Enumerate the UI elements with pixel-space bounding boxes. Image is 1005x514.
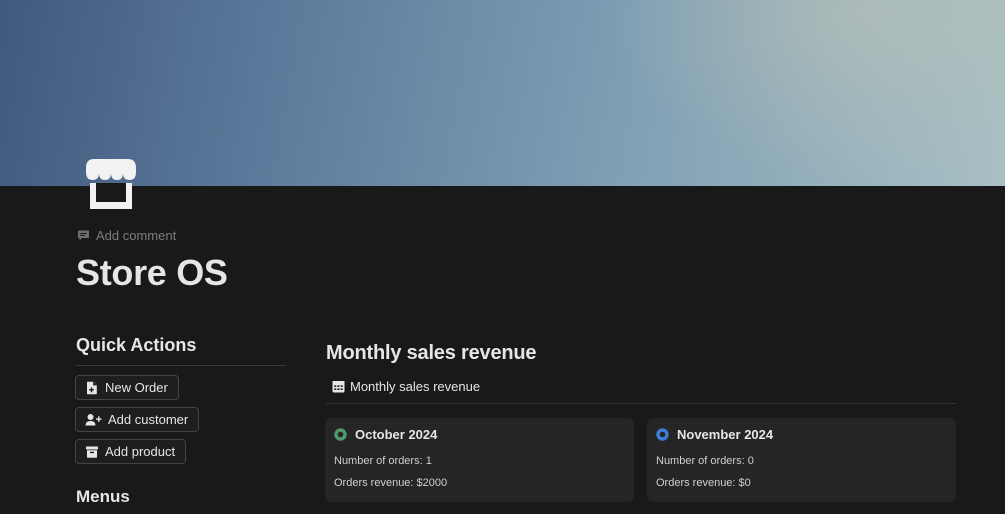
card-title: October 2024 xyxy=(355,427,438,442)
orders-revenue: Orders revenue: $2000 xyxy=(334,477,448,489)
calendar-grid-icon xyxy=(332,381,345,393)
page-title: Store OS xyxy=(76,252,228,293)
quick-actions-heading: Quick Actions xyxy=(76,335,197,355)
cover-glow xyxy=(605,0,1005,180)
revenue-card-october[interactable]: October 2024 Number of orders: 1 Orders … xyxy=(325,418,634,502)
menus-heading: Menus xyxy=(76,487,130,506)
monthly-revenue-heading: Monthly sales revenue xyxy=(326,342,537,364)
view-divider xyxy=(326,403,956,404)
quick-actions-divider xyxy=(76,365,286,366)
orders-revenue: Orders revenue: $0 xyxy=(656,477,751,489)
monthly-revenue-view-tab[interactable]: Monthly sales revenue xyxy=(332,379,480,394)
status-dot-icon xyxy=(334,428,347,441)
status-dot-icon xyxy=(656,428,669,441)
revenue-card-november[interactable]: November 2024 Number of orders: 0 Orders… xyxy=(647,418,956,502)
card-header: October 2024 xyxy=(334,427,625,442)
add-comment-button[interactable]: Add comment xyxy=(77,228,176,243)
view-tab-label: Monthly sales revenue xyxy=(350,379,481,394)
add-customer-label: Add customer xyxy=(108,412,189,427)
new-order-label: New Order xyxy=(105,380,168,395)
file-plus-icon xyxy=(87,381,97,394)
new-order-button[interactable]: New Order xyxy=(75,375,179,400)
user-plus-icon xyxy=(85,413,102,425)
page-cover[interactable] xyxy=(0,0,1005,186)
orders-count: Number of orders: 0 xyxy=(656,455,754,467)
orders-count: Number of orders: 1 xyxy=(334,455,432,467)
add-product-label: Add product xyxy=(105,444,176,459)
card-header: November 2024 xyxy=(656,427,947,442)
add-customer-button[interactable]: Add customer xyxy=(75,407,200,432)
archive-box-icon xyxy=(86,446,98,458)
store-icon[interactable] xyxy=(84,156,138,212)
card-title: November 2024 xyxy=(677,427,774,442)
comment-icon xyxy=(78,230,89,241)
add-comment-label: Add comment xyxy=(96,228,177,243)
add-product-button[interactable]: Add product xyxy=(75,439,187,464)
